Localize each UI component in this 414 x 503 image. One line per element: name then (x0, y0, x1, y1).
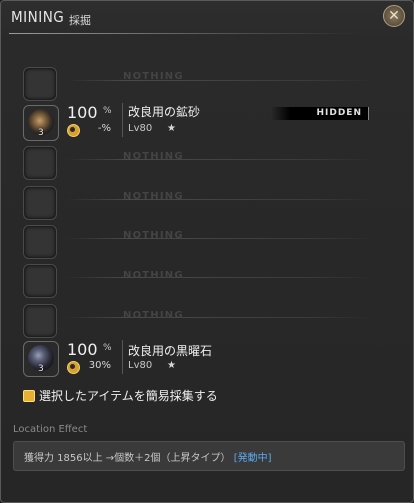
location-effect-status: [発動中] (233, 453, 272, 464)
empty-slot (23, 186, 57, 220)
nothing-label: NOTHING (123, 310, 184, 321)
item-level: Lv80 (128, 123, 153, 134)
hq-rate: -% (97, 123, 111, 134)
location-effect-box: 獲得力 1856以上 →個数＋2個（上昇タイプ） [発動中] (13, 441, 405, 471)
empty-slot (23, 225, 57, 259)
column-divider (122, 340, 123, 374)
window-subtitle: 採掘 (69, 14, 91, 27)
star-icon: ★ (167, 360, 176, 371)
row-divider (65, 277, 375, 278)
hq-rate: 30% (88, 360, 111, 371)
location-effect-header: Location Effect (13, 424, 88, 435)
hq-chance-icon (67, 361, 80, 374)
window-title: MINING (11, 8, 65, 26)
item-quantity: 3 (38, 364, 44, 374)
hq-chance-icon (67, 124, 80, 137)
title-divider (9, 33, 359, 34)
row-divider (65, 199, 375, 200)
success-rate: 100 (67, 103, 98, 122)
percent-sign: % (103, 106, 112, 116)
location-effect-text: 獲得力 1856以上 →個数＋2個（上昇タイプ） [発動中] (24, 449, 272, 464)
title-bar[interactable]: MINING 採掘 ✕ (1, 1, 413, 35)
item-name[interactable]: 改良用の黒曜石 (128, 342, 212, 359)
item-quantity: 3 (38, 128, 44, 138)
location-effect-description: 獲得力 1856以上 →個数＋2個（上昇タイプ） (24, 453, 231, 464)
quick-gather-label[interactable]: 選択したアイテムを簡易採集する (39, 387, 218, 404)
nothing-label: NOTHING (123, 71, 184, 82)
row-divider (65, 159, 375, 160)
empty-slot (23, 146, 57, 180)
quick-gather-checkbox[interactable] (23, 390, 35, 402)
nothing-label: NOTHING (123, 230, 184, 241)
nothing-label: NOTHING (123, 270, 184, 281)
item-level: Lv80 (128, 360, 153, 371)
success-rate: 100 (67, 340, 98, 359)
gathering-window: MINING 採掘 ✕ NOTHING 3 100 % -% 改良用の鉱砂 Lv… (0, 0, 414, 503)
empty-slot (23, 304, 57, 338)
star-icon: ★ (167, 123, 176, 134)
close-icon[interactable]: ✕ (383, 5, 405, 27)
item-name[interactable]: 改良用の鉱砂 (128, 103, 200, 120)
nothing-label: NOTHING (123, 151, 184, 162)
percent-sign: % (103, 343, 112, 353)
nothing-label: NOTHING (123, 191, 184, 202)
row-divider (65, 238, 375, 239)
row-divider (65, 80, 375, 81)
empty-slot (23, 264, 57, 298)
hidden-badge: HIDDEN (271, 107, 369, 120)
row-divider (65, 317, 375, 318)
empty-slot (23, 67, 57, 101)
column-divider (122, 103, 123, 137)
